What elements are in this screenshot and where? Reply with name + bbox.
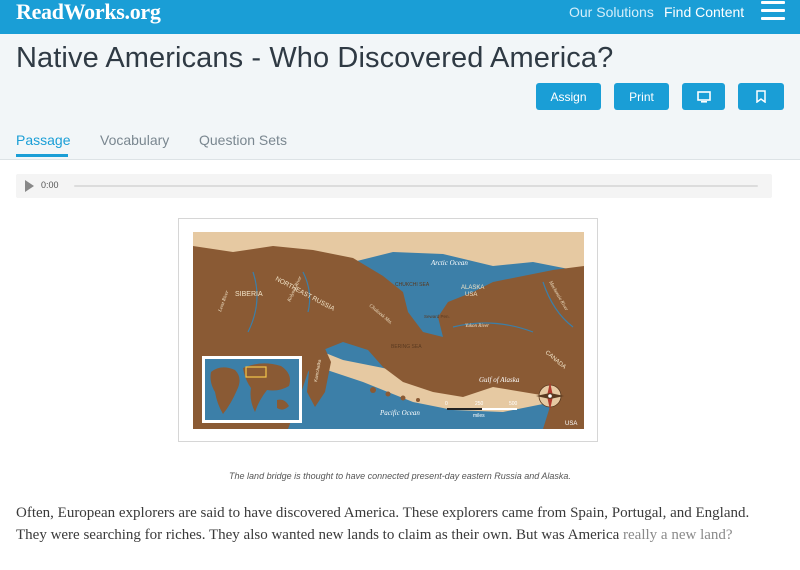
passage-figure: Arctic Ocean SIBERIA NORTHEAST RUSSIA AL… xyxy=(178,218,598,442)
passage-text-faded: really a new land? xyxy=(623,527,733,543)
assign-button[interactable]: Assign xyxy=(536,83,601,110)
page-header: Native Americans - Who Discovered Americ… xyxy=(0,34,800,160)
nav-link-find-content[interactable]: Find Content xyxy=(664,4,744,20)
map-label-gulf-of-alaska: Gulf of Alaska xyxy=(479,376,520,384)
audio-time: 0:00 xyxy=(41,180,59,190)
map-label-usa: USA xyxy=(465,292,477,298)
tab-vocabulary[interactable]: Vocabulary xyxy=(100,132,169,148)
scale-label-miles: miles xyxy=(473,413,485,419)
land-bridge-map: Arctic Ocean SIBERIA NORTHEAST RUSSIA AL… xyxy=(193,232,584,429)
map-label-alaska: ALASKA xyxy=(461,285,484,291)
world-inset-map xyxy=(202,356,302,423)
top-nav-bar: ReadWorks.org Our Solutions Find Content xyxy=(0,0,800,34)
map-label-pacific-ocean: Pacific Ocean xyxy=(379,409,420,417)
map-corner-label: USA xyxy=(565,421,577,427)
audio-progress-track[interactable] xyxy=(74,185,758,187)
present-button[interactable] xyxy=(682,83,725,110)
audio-player: 0:00 xyxy=(16,174,772,198)
page-title: Native Americans - Who Discovered Americ… xyxy=(16,42,614,74)
map-label-seward-peninsula: Seward Pen. xyxy=(424,314,450,319)
map-label-chukchi-sea: CHUKCHI SEA xyxy=(395,282,430,288)
map-label-siberia: SIBERIA xyxy=(235,291,263,298)
map-label-bering-sea: BERING SEA xyxy=(391,344,422,350)
scale-label-500: 500 xyxy=(509,401,518,407)
readworks-logo[interactable]: ReadWorks.org xyxy=(16,0,161,25)
figure-caption: The land bridge is thought to have conne… xyxy=(229,471,571,481)
bookmark-button[interactable] xyxy=(738,83,784,110)
passage-paragraph: Often, European explorers are said to ha… xyxy=(16,502,776,546)
monitor-icon xyxy=(696,90,711,103)
map-label-arctic-ocean: Arctic Ocean xyxy=(430,259,468,267)
print-button[interactable]: Print xyxy=(614,83,669,110)
nav-link-our-solutions[interactable]: Our Solutions xyxy=(569,4,654,20)
tab-passage[interactable]: Passage xyxy=(16,132,70,148)
play-icon[interactable] xyxy=(25,180,34,192)
map-label-yukon-river: Yukon River xyxy=(465,324,489,329)
active-tab-indicator xyxy=(16,154,68,157)
scale-label-250: 250 xyxy=(475,401,484,407)
bookmark-icon xyxy=(756,90,766,103)
scale-label-0: 0 xyxy=(445,401,448,407)
hamburger-icon[interactable] xyxy=(761,1,785,21)
tab-question-sets[interactable]: Question Sets xyxy=(199,132,287,148)
